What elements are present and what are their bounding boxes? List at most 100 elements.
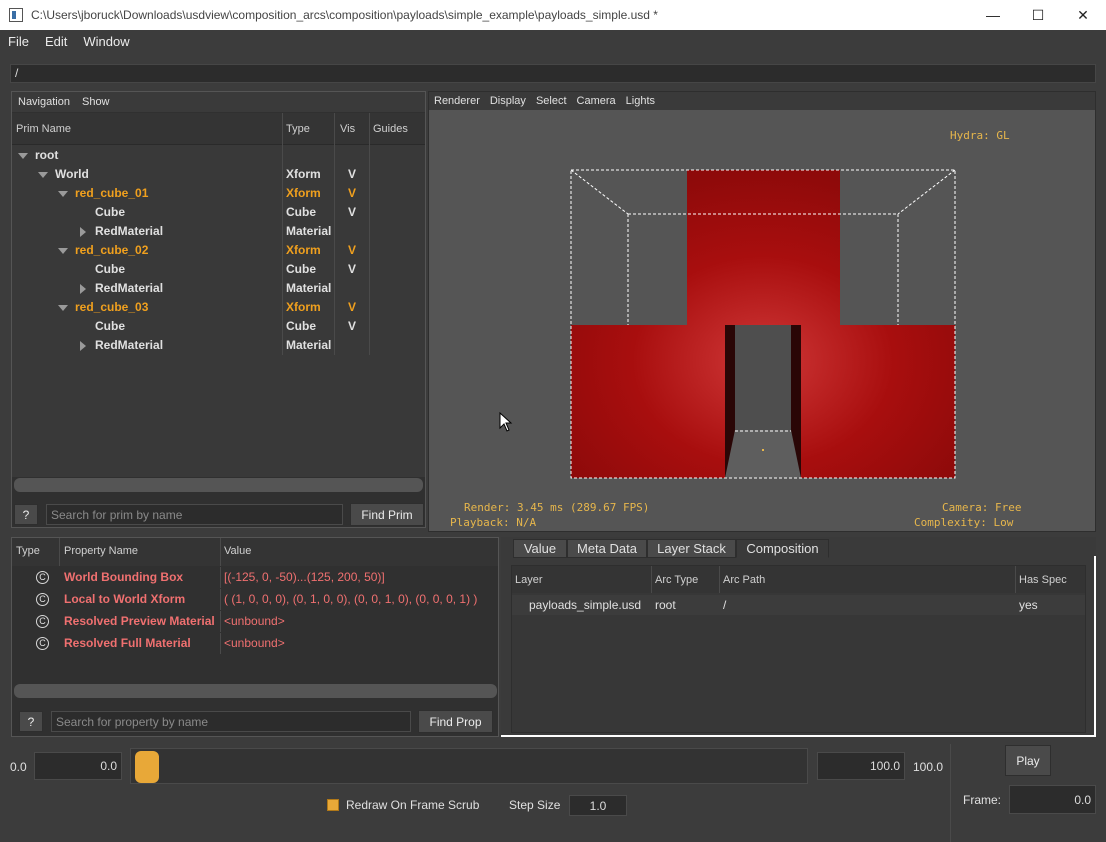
prim-name: root xyxy=(35,148,59,162)
window-title: C:\Users\jboruck\Downloads\usdview\compo… xyxy=(31,8,658,22)
step-size-field[interactable]: 1.0 xyxy=(569,795,627,816)
menu-navigation[interactable]: Navigation xyxy=(12,96,76,108)
end-frame-label: 100.0 xyxy=(913,760,944,774)
menu-edit[interactable]: Edit xyxy=(37,34,75,49)
prim-vis[interactable]: V xyxy=(348,317,356,336)
tab-composition[interactable]: Composition xyxy=(736,539,829,558)
prim-name: red_cube_02 xyxy=(75,243,149,257)
prim-tree-row[interactable]: RedMaterial Material xyxy=(12,336,425,355)
prim-type: Material xyxy=(286,224,332,238)
prim-path-field[interactable]: / xyxy=(10,64,1096,83)
prim-tree-scrollbar[interactable] xyxy=(14,478,423,492)
prop-help-button[interactable]: ? xyxy=(19,711,43,732)
frame-field[interactable]: 0.0 xyxy=(1009,785,1096,814)
expand-right-icon[interactable] xyxy=(80,341,86,351)
prim-vis[interactable]: V xyxy=(348,203,356,222)
expand-right-icon[interactable] xyxy=(80,227,86,237)
play-button[interactable]: Play xyxy=(1005,745,1051,776)
tab-value[interactable]: Value xyxy=(513,539,567,558)
prim-vis[interactable]: V xyxy=(348,298,356,317)
col-layer[interactable]: Layer xyxy=(515,574,543,586)
col-type[interactable]: Type xyxy=(286,123,310,135)
expand-right-icon[interactable] xyxy=(80,284,86,294)
start-frame-field[interactable]: 0.0 xyxy=(34,752,122,780)
prim-tree-row[interactable]: RedMaterial Material xyxy=(12,279,425,298)
prim-name: Cube xyxy=(95,205,125,219)
prim-type: Cube xyxy=(286,205,316,219)
end-frame-field[interactable]: 100.0 xyxy=(817,752,905,780)
find-prim-button[interactable]: Find Prim xyxy=(350,503,424,526)
prim-tree-row[interactable]: Cube Cube V xyxy=(12,203,425,222)
prim-tree-row[interactable]: red_cube_02 Xform V xyxy=(12,241,425,260)
viewport-canvas[interactable] xyxy=(429,110,1095,531)
menu-camera[interactable]: Camera xyxy=(572,95,621,107)
prim-tree-row[interactable]: RedMaterial Material xyxy=(12,222,425,241)
comp-has-spec-value: yes xyxy=(1019,598,1038,612)
menu-renderer[interactable]: Renderer xyxy=(429,95,485,107)
prim-help-button[interactable]: ? xyxy=(14,504,38,525)
expand-down-icon[interactable] xyxy=(58,191,68,197)
col-prop-value[interactable]: Value xyxy=(224,545,251,557)
expand-down-icon[interactable] xyxy=(58,305,68,311)
property-name: World Bounding Box xyxy=(64,570,184,584)
col-guides[interactable]: Guides xyxy=(373,123,408,135)
menu-show[interactable]: Show xyxy=(76,96,116,108)
tab-meta-data[interactable]: Meta Data xyxy=(567,539,647,558)
viewport-panel[interactable]: Renderer Display Select Camera Lights Hy… xyxy=(428,91,1096,532)
property-row[interactable]: C Resolved Preview Material <unbound> xyxy=(12,611,498,632)
menu-display[interactable]: Display xyxy=(485,95,531,107)
frame-slider-handle[interactable] xyxy=(135,751,159,783)
prim-vis[interactable]: V xyxy=(348,184,356,203)
expand-down-icon[interactable] xyxy=(18,153,28,159)
find-prop-button[interactable]: Find Prop xyxy=(418,710,493,733)
property-search-input[interactable]: Search for property by name xyxy=(51,711,411,732)
close-button[interactable]: ✕ xyxy=(1060,0,1106,30)
col-prop-name[interactable]: Property Name xyxy=(64,545,138,557)
menu-file[interactable]: File xyxy=(0,34,37,49)
expand-down-icon[interactable] xyxy=(58,248,68,254)
col-arc-path[interactable]: Arc Path xyxy=(723,574,765,586)
prim-tree-row[interactable]: World Xform V xyxy=(12,165,425,184)
composition-panel: Value Meta Data Layer Stack Composition … xyxy=(501,537,1096,737)
prim-tree-row[interactable]: red_cube_03 Xform V xyxy=(12,298,425,317)
prim-name: red_cube_01 xyxy=(75,186,149,200)
property-scrollbar[interactable] xyxy=(14,684,497,698)
prim-vis[interactable]: V xyxy=(348,260,356,279)
start-frame-label: 0.0 xyxy=(10,760,27,774)
redraw-label: Redraw On Frame Scrub xyxy=(346,798,480,812)
property-row[interactable]: C Local to World Xform ( (1, 0, 0, 0), (0,… xyxy=(12,589,498,610)
prim-vis[interactable]: V xyxy=(348,165,356,184)
composition-row[interactable]: payloads_simple.usd root / yes xyxy=(512,595,1085,615)
col-vis[interactable]: Vis xyxy=(340,123,355,135)
property-row[interactable]: C Resolved Full Material <unbound> xyxy=(12,633,498,654)
property-value: [(-125, 0, -50)...(125, 200, 50)] xyxy=(224,570,385,584)
menu-lights[interactable]: Lights xyxy=(621,95,660,107)
col-prop-type[interactable]: Type xyxy=(16,545,40,557)
property-name: Local to World Xform xyxy=(64,592,186,606)
prim-tree-row[interactable]: Cube Cube V xyxy=(12,317,425,336)
menu-select[interactable]: Select xyxy=(531,95,572,107)
col-prim-name[interactable]: Prim Name xyxy=(16,123,71,135)
computed-property-icon: C xyxy=(36,615,49,628)
col-arc-type[interactable]: Arc Type xyxy=(655,574,698,586)
prim-tree-row[interactable]: red_cube_01 Xform V xyxy=(12,184,425,203)
viewport-menubar: Renderer Display Select Camera Lights xyxy=(429,92,1095,110)
prim-tree-row[interactable]: root xyxy=(12,146,425,165)
menu-window[interactable]: Window xyxy=(75,34,137,49)
comp-arc-path-value: / xyxy=(723,598,727,612)
prim-name: Cube xyxy=(95,319,125,333)
prim-vis[interactable]: V xyxy=(348,241,356,260)
redraw-checkbox[interactable] xyxy=(327,799,339,811)
col-has-spec[interactable]: Has Spec xyxy=(1019,574,1067,586)
tab-layer-stack[interactable]: Layer Stack xyxy=(647,539,736,558)
panel-edge-bottom xyxy=(501,735,1096,737)
frame-slider[interactable] xyxy=(130,748,808,784)
maximize-button[interactable]: ☐ xyxy=(1015,0,1061,30)
minimize-button[interactable]: — xyxy=(970,0,1016,30)
prim-tree-row[interactable]: Cube Cube V xyxy=(12,260,425,279)
property-row[interactable]: C World Bounding Box [(-125, 0, -50)...(12… xyxy=(12,567,498,588)
prim-tree-header: Prim Name Type Vis Guides xyxy=(12,113,425,145)
hud-render-time: Render: 3.45 ms (289.67 FPS) xyxy=(464,501,650,514)
expand-down-icon[interactable] xyxy=(38,172,48,178)
prim-search-input[interactable]: Search for prim by name xyxy=(46,504,343,525)
